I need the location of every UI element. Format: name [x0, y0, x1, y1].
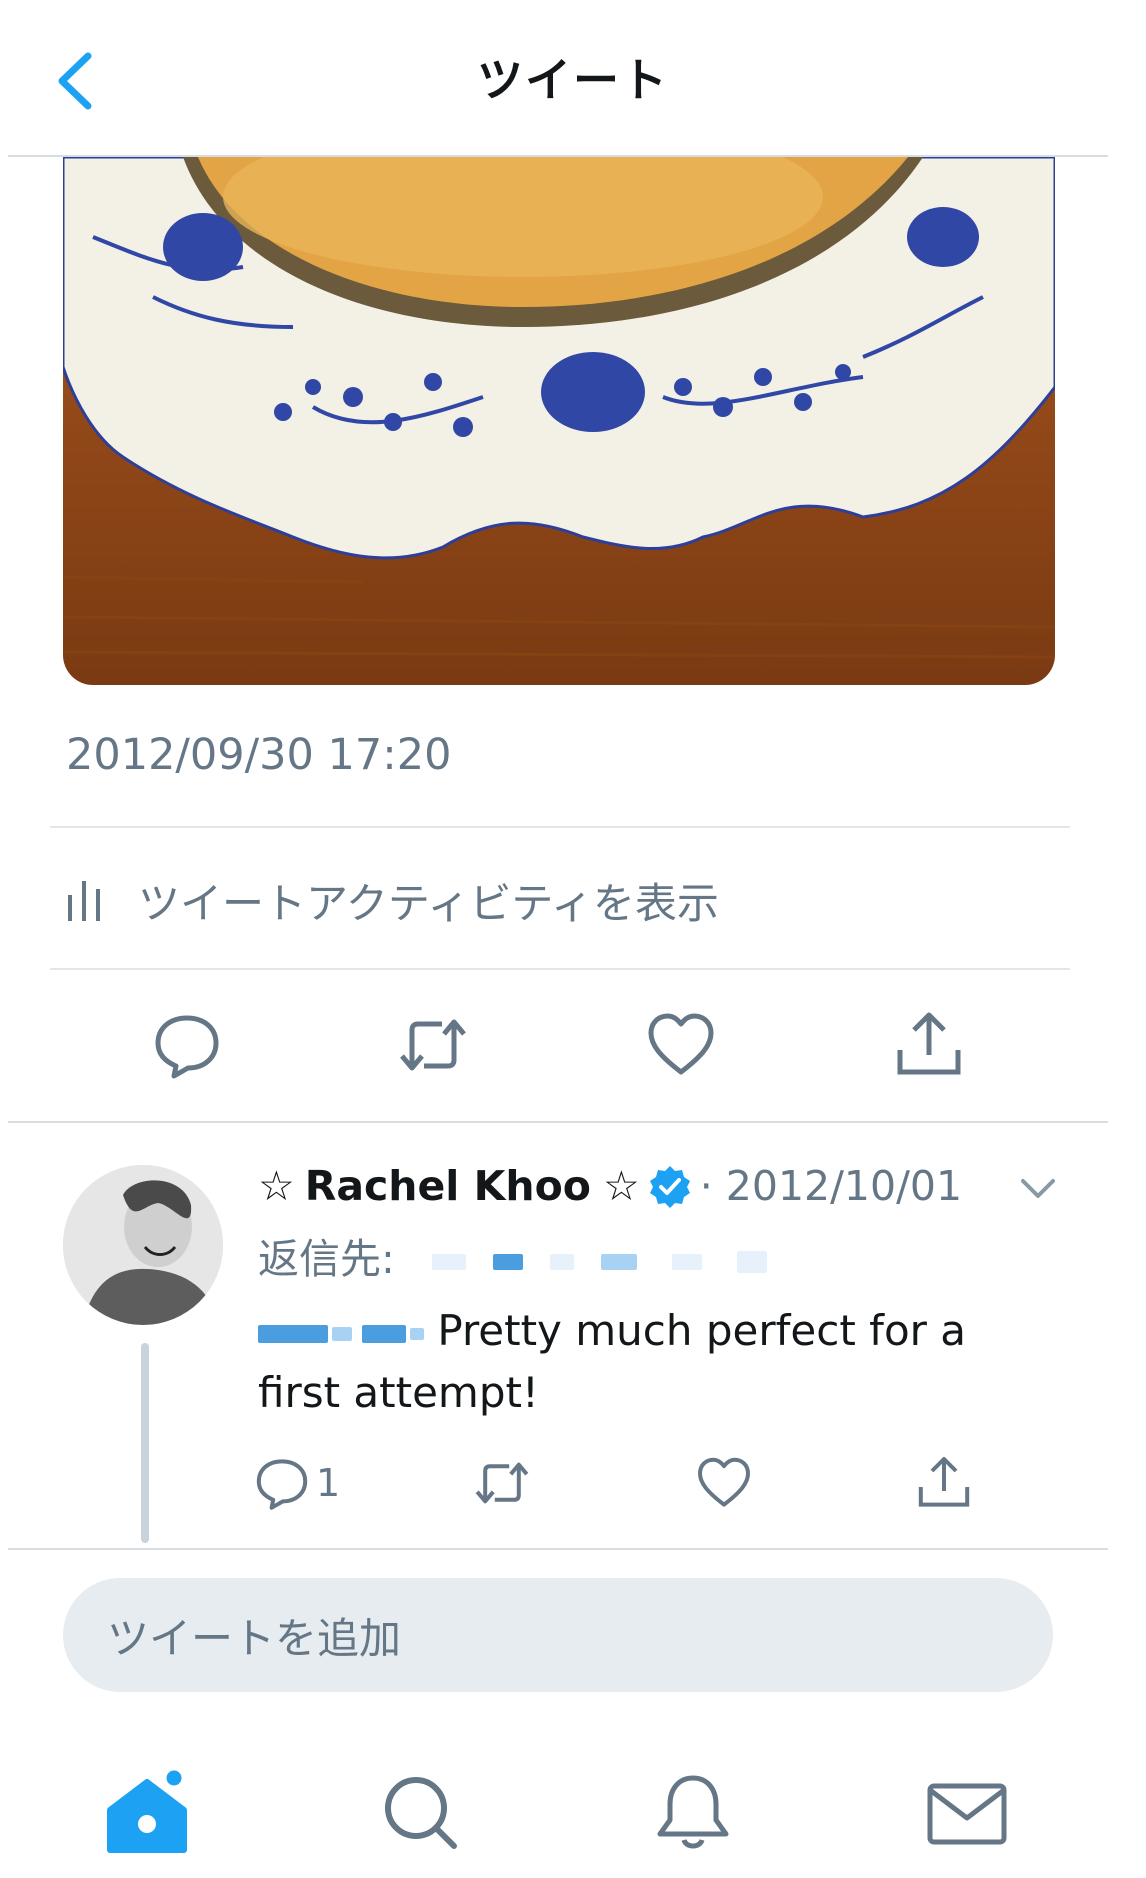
reply-header: ☆ Rachel Khoo ☆ · 2012/10/01 — [258, 1158, 962, 1214]
redacted-mention — [258, 1324, 328, 1343]
reply-text: Pretty much perfect for a first attempt! — [258, 1300, 1058, 1424]
compose-placeholder: ツイートを追加 — [107, 1613, 402, 1663]
share-icon — [918, 1457, 970, 1507]
divider — [50, 968, 1070, 970]
redacted-mention — [410, 1327, 424, 1340]
page-title: ツイート — [477, 53, 669, 107]
verified-badge-icon — [649, 1166, 690, 1208]
redacted — [601, 1254, 638, 1270]
share-button[interactable] — [894, 1010, 964, 1080]
retweet-icon — [400, 1019, 466, 1071]
reply-date: · 2012/10/01 — [699, 1162, 963, 1210]
compose-input[interactable]: ツイートを追加 — [63, 1578, 1053, 1692]
activity-label: ツイートアクティビティを表示 — [138, 878, 719, 928]
reply-to-label: 返信先: — [258, 1235, 395, 1283]
home-icon — [107, 1767, 187, 1853]
like-icon — [648, 1013, 714, 1075]
reply-like-button[interactable] — [696, 1453, 752, 1513]
tab-home[interactable] — [102, 1767, 192, 1858]
redacted — [672, 1254, 703, 1270]
redacted-mention — [332, 1326, 352, 1341]
reply-to: 返信先: — [258, 1225, 768, 1285]
messages-icon — [927, 1783, 1007, 1845]
tab-notifications[interactable] — [648, 1768, 738, 1858]
redacted-mention — [362, 1324, 406, 1343]
redacted — [549, 1254, 574, 1270]
chevron-down-icon — [1021, 1179, 1055, 1198]
display-name[interactable]: Rachel Khoo — [305, 1162, 591, 1210]
notifications-icon — [657, 1775, 729, 1849]
tweet-activity-link[interactable]: ツイートアクティビティを表示 — [66, 870, 719, 930]
tweet-timestamp: 2012/09/30 17:20 — [66, 730, 452, 780]
avatar[interactable] — [63, 1165, 223, 1325]
name-star-right: ☆ — [602, 1162, 640, 1210]
reply-body: Pretty much perfect for a first attempt! — [258, 1306, 967, 1417]
divider — [8, 1548, 1108, 1550]
reply-reply-button[interactable]: 1 — [254, 1453, 340, 1513]
name-star-left: ☆ — [258, 1162, 295, 1210]
tab-search[interactable] — [376, 1768, 466, 1858]
reply-icon — [256, 1459, 308, 1510]
tab-messages[interactable] — [922, 1768, 1012, 1858]
reply-button[interactable] — [152, 1010, 222, 1080]
redacted — [737, 1251, 768, 1273]
reply-count: 1 — [316, 1461, 341, 1505]
reply-icon — [155, 1015, 219, 1079]
divider — [50, 826, 1070, 828]
like-button[interactable] — [646, 1010, 716, 1080]
tweet-photo[interactable] — [63, 157, 1055, 685]
thread-line — [141, 1343, 149, 1543]
reply-share-button[interactable] — [916, 1453, 972, 1513]
like-icon — [698, 1457, 750, 1507]
analytics-icon — [68, 881, 100, 921]
tweet-menu-button[interactable] — [1015, 1165, 1061, 1211]
retweet-icon — [475, 1462, 529, 1504]
divider — [8, 1121, 1108, 1123]
reply-retweet-button[interactable] — [474, 1453, 530, 1513]
redacted — [431, 1254, 466, 1270]
retweet-button[interactable] — [398, 1010, 468, 1080]
share-icon — [897, 1012, 961, 1075]
search-icon — [385, 1777, 457, 1849]
redacted — [492, 1254, 523, 1270]
